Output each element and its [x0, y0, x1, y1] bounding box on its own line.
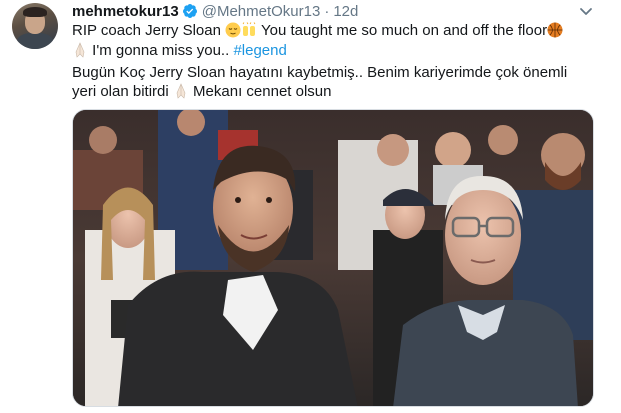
relieved-face-emoji: [225, 22, 241, 38]
folded-hands-emoji: [176, 83, 186, 99]
tweet-text-segment: RIP coach Jerry Sloan: [72, 22, 226, 39]
user-handle[interactable]: @MehmetOkur13: [202, 3, 321, 20]
tweet-text-line-3: Bugün Koç Jerry Sloan hayatını kaybetmiş…: [72, 64, 568, 81]
tweet-header: mehmetokur13 @MehmetOkur13 · 12d: [72, 2, 358, 20]
tweet-text-line-4: yeri olan bitirdi Mekanı cennet olsun: [72, 82, 331, 102]
hashtag-link[interactable]: #legend: [233, 42, 286, 59]
basketball-emoji: [547, 22, 563, 38]
tweet-photo[interactable]: [72, 109, 594, 407]
tweet-text-segment: I'm gonna miss you..: [88, 42, 234, 59]
timestamp[interactable]: 12d: [333, 3, 358, 20]
avatar-shoulders: [17, 33, 53, 49]
photo-illustration: [73, 110, 593, 406]
chevron-down-icon[interactable]: [578, 3, 594, 19]
tweet-text-line-1: RIP coach Jerry Sloan You taught me so m…: [72, 21, 563, 41]
avatar-hair: [23, 7, 47, 17]
verified-badge-icon: [182, 4, 197, 18]
tweet-text-segment: yeri olan bitirdi: [72, 83, 173, 100]
folded-hands-emoji: [75, 42, 85, 58]
avatar[interactable]: [12, 3, 58, 49]
separator-dot: ·: [324, 2, 330, 20]
display-name[interactable]: mehmetokur13: [72, 3, 179, 20]
tweet-text-segment: You taught me so much on and off the flo…: [257, 22, 548, 39]
tweet-text-line-2: I'm gonna miss you.. #legend: [72, 41, 287, 61]
tweet-text-segment: Mekanı cennet olsun: [188, 83, 332, 100]
tweet[interactable]: mehmetokur13 @MehmetOkur13 · 12d RIP coa…: [0, 0, 621, 413]
raised-hands-emoji: [242, 22, 256, 36]
